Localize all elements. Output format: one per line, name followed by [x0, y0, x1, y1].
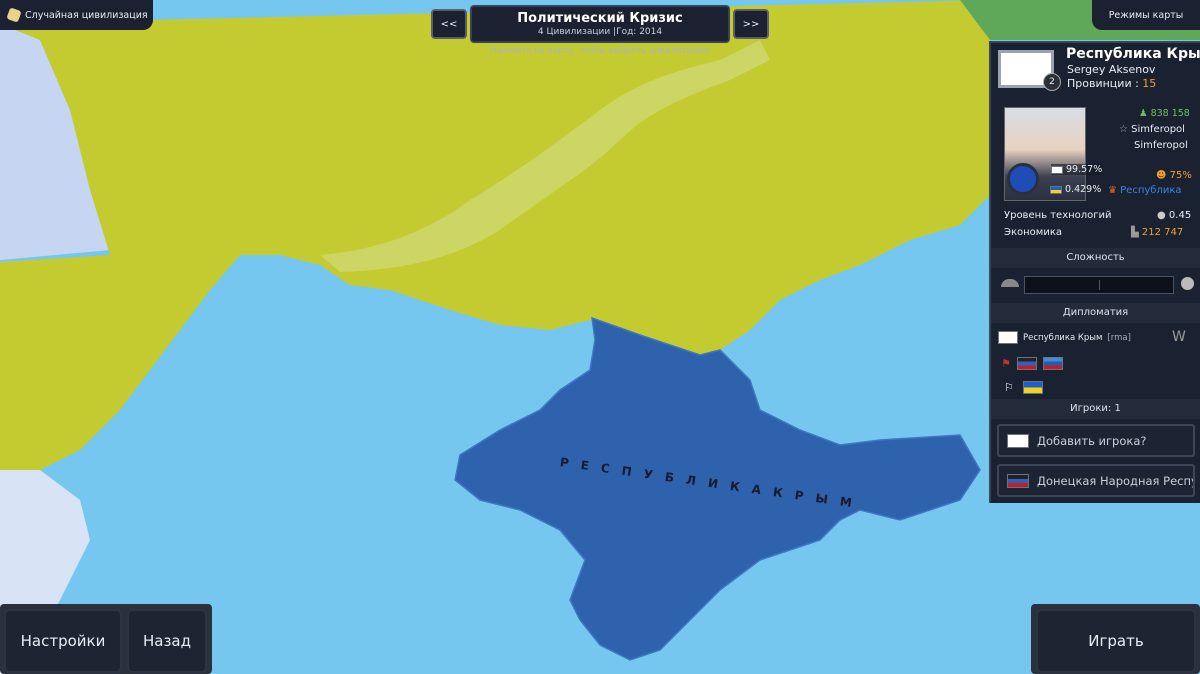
capital-star-icon: ☆ — [1119, 124, 1128, 135]
ideology-circle-icon — [1007, 163, 1039, 195]
scenario-subtitle: 4 Цивилизации |Год: 2014 — [537, 27, 663, 37]
white-flag-icon: ⚐ — [1004, 381, 1014, 394]
diplomacy-emblem-icon: W — [1172, 329, 1186, 345]
settings-label: Настройки — [20, 632, 106, 650]
crimea-mini-flag — [1051, 165, 1063, 174]
diplomacy-self-row[interactable]: Республика Крым [rma] — [998, 331, 1131, 344]
war-row: ⚐ — [1004, 381, 1043, 394]
dpr-flag-small[interactable] — [1016, 357, 1037, 370]
play-button[interactable]: Играть — [1036, 609, 1196, 673]
civ-rank-badge: 2 — [1043, 73, 1061, 91]
settings-button[interactable]: Настройки — [4, 609, 122, 673]
add-player-button[interactable]: Добавить игрока? — [997, 424, 1195, 457]
add-player-label: Добавить игрока? — [1037, 433, 1147, 448]
capital-name: Simferopol — [1131, 124, 1185, 135]
player-slot-label: Донецкая Народная Республика — [1037, 473, 1195, 488]
capital2-name: Simferopol — [1134, 140, 1188, 151]
other-share: 0.429% — [1065, 184, 1102, 195]
add-player-flag — [1007, 433, 1029, 448]
population-row: ♟ 838 158 — [1139, 108, 1190, 119]
population-icon: ♟ — [1139, 108, 1148, 119]
players-title: Игроки: 1 — [991, 399, 1200, 419]
scenario-title: Политический Кризис — [517, 11, 683, 26]
back-label: Назад — [142, 632, 191, 650]
map-modes-button[interactable]: Режимы карты — [1092, 0, 1200, 30]
happiness-icon: ☻ — [1156, 170, 1167, 181]
prev-scenario-button[interactable]: << — [431, 9, 467, 39]
map-modes-label: Режимы карты — [1108, 9, 1184, 21]
next-scenario-button[interactable]: >> — [733, 9, 769, 39]
tech-label: Уровень технологий — [1004, 210, 1112, 221]
government-value: Республика — [1120, 185, 1182, 196]
civ-name: Республика Крым — [1066, 46, 1200, 62]
population-value: 838 158 — [1150, 108, 1190, 119]
diplomacy-self-label: Республика Крым — [1023, 332, 1103, 343]
difficulty-slider[interactable] — [1024, 276, 1174, 294]
diplomacy-title: Дипломатия — [991, 303, 1200, 323]
government-row: ♛ Республика — [1108, 185, 1182, 196]
ideology-share: 99.57% — [1066, 164, 1103, 175]
economy-label: Экономика — [1004, 227, 1063, 238]
difficulty-skull-icon — [1181, 277, 1194, 290]
random-civ-label: Случайная цивилизация — [25, 9, 148, 21]
civ-leader: Sergey Aksenov — [1067, 63, 1156, 76]
scenario-title-box: Политический Кризис 4 Цивилизации |Год: … — [470, 5, 730, 43]
lpr-flag-small[interactable] — [1042, 357, 1063, 370]
difficulty-easy-icon — [1001, 279, 1019, 287]
provinces-row: Провинции : 15 — [1067, 77, 1156, 90]
economy-row: ▙ 212 747 — [1131, 227, 1183, 238]
alliance-icon: ⚑ — [1001, 357, 1011, 370]
crimea-flag-small — [998, 331, 1018, 344]
play-label: Играть — [1088, 632, 1144, 650]
random-civ-button[interactable]: Случайная цивилизация — [0, 0, 153, 30]
provinces-count: 15 — [1142, 77, 1157, 90]
alliance-row: ⚑ — [1001, 357, 1063, 370]
player-slot-button[interactable]: Донецкая Народная Республика — [997, 464, 1195, 497]
dpr-flag-player — [1007, 473, 1029, 488]
crown-icon: ♛ — [1108, 185, 1117, 196]
tech-row: ● 0.45 — [1157, 210, 1191, 221]
stability-row: ☻ 75% — [1156, 170, 1192, 181]
capital-row: ☆ Simferopol — [1119, 124, 1185, 135]
factory-icon: ▙ — [1131, 227, 1139, 238]
ideology-share-row: 99.57% — [1051, 164, 1103, 175]
provinces-label: Провинции : — [1067, 77, 1139, 90]
difficulty-title: Сложность — [991, 248, 1200, 268]
map-hint: Нажмите на карту, чтобы выбрать цивилиза… — [490, 46, 710, 56]
stability-value: 75% — [1169, 170, 1192, 181]
dice-icon — [6, 7, 22, 23]
civ-info-panel: 2 Республика Крым Sergey Aksenov Провинц… — [989, 41, 1200, 503]
ukraine-flag-small[interactable] — [1022, 381, 1043, 394]
diplomacy-self-tag: [rma] — [1107, 332, 1131, 343]
other-share-row: 0.429% — [1050, 184, 1101, 195]
ukraine-mini-flag — [1050, 185, 1062, 194]
lightbulb-icon: ● — [1157, 210, 1166, 221]
back-button[interactable]: Назад — [127, 609, 207, 673]
economy-value: 212 747 — [1141, 227, 1184, 238]
tech-value: 0.45 — [1168, 210, 1192, 221]
